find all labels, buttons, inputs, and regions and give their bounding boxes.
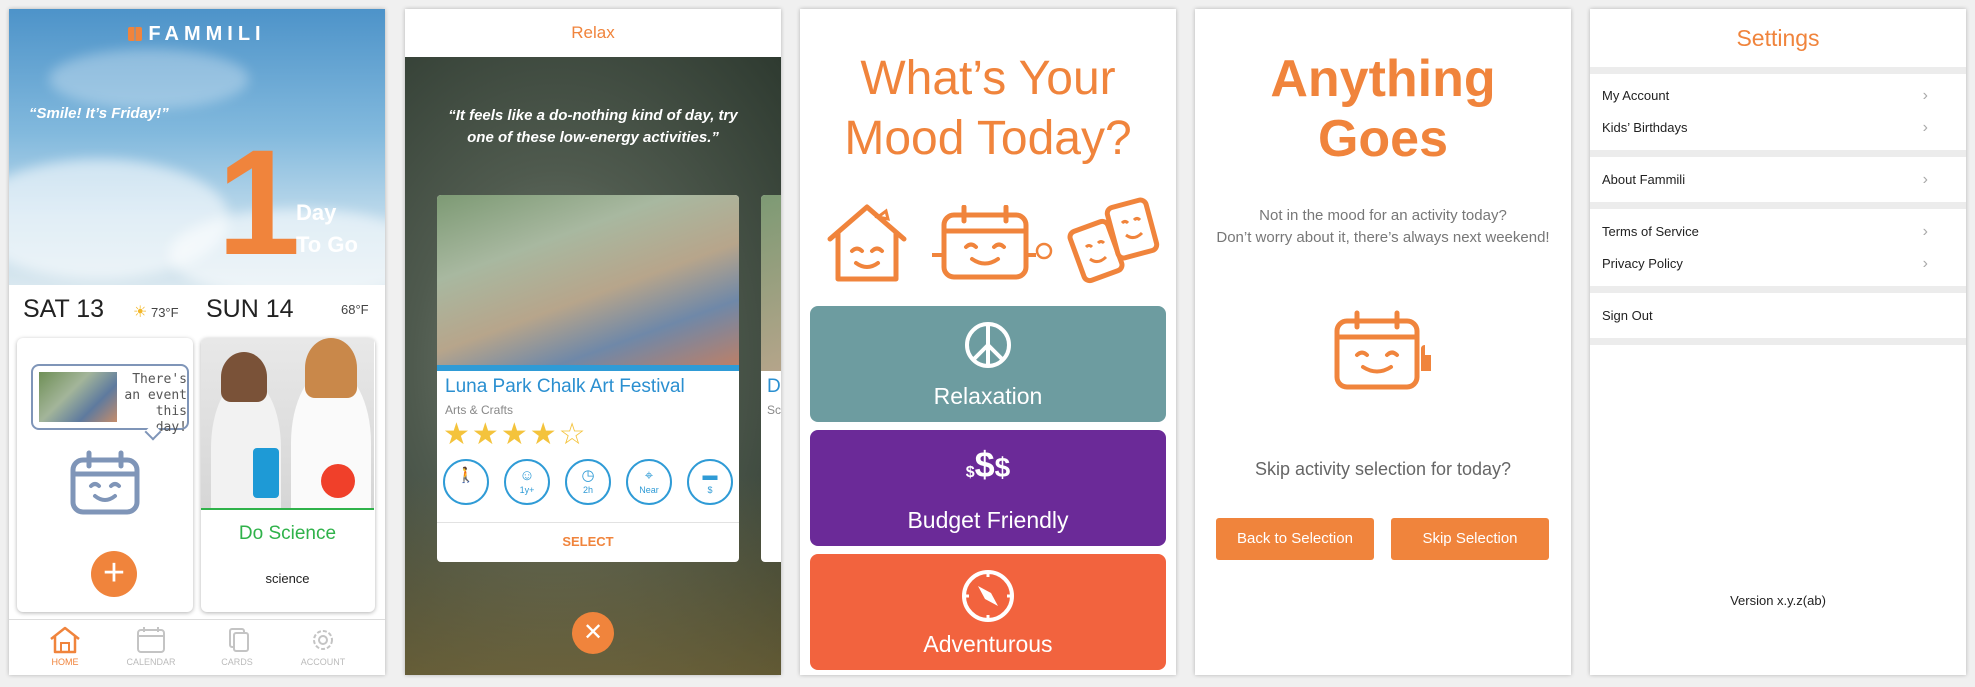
- event-category: Arts & Crafts: [445, 403, 514, 417]
- star-filled-icon: ★: [443, 418, 472, 451]
- mood-illustrations: [800, 191, 1176, 291]
- day-label-sun: SUN 14: [206, 295, 294, 323]
- settings-item-kids-birthdays[interactable]: Kids’ Birthdays ›: [1590, 112, 1966, 144]
- event-attributes: 🚶 ☺ 1y+ ◷ 2h ⌖ Near ▬ $: [443, 459, 735, 507]
- add-activity-button[interactable]: +: [91, 551, 137, 597]
- screen-header: Relax: [405, 9, 781, 57]
- skip-selection-button[interactable]: Skip Selection: [1391, 518, 1549, 560]
- star-filled-icon: ★: [529, 418, 559, 451]
- home-icon: [50, 626, 80, 654]
- calendar-face-icon: [932, 205, 1053, 280]
- hero-banner: FAMMILI “Smile! It’s Friday!” 1 Day To G…: [9, 9, 385, 285]
- settings-item-privacy[interactable]: Privacy Policy ›: [1590, 248, 1966, 280]
- star-filled-icon: ★: [500, 418, 530, 451]
- settings-item-my-account[interactable]: My Account ›: [1590, 80, 1966, 112]
- cost-icon: ▬ $: [687, 459, 733, 505]
- duration-icon: ◷ 2h: [565, 459, 611, 505]
- event-thumbnail: [39, 372, 117, 422]
- close-icon: ✕: [582, 619, 604, 646]
- countdown-number: 1: [217, 118, 301, 285]
- cards-icon: [229, 628, 249, 652]
- activity-title: Do Science: [238, 523, 337, 544]
- back-to-selection-button[interactable]: Back to Selection: [1216, 518, 1374, 560]
- relaxation-button[interactable]: Relaxation: [810, 306, 1166, 422]
- settings-item-about[interactable]: About Fammili ›: [1590, 164, 1966, 196]
- countdown-label: Day To Go: [296, 200, 358, 257]
- activity-subtitle: science: [265, 571, 310, 586]
- weekend-days: SAT 13 ☀ 73°F SUN 14 68°F: [9, 295, 385, 335]
- chevron-right-icon: ›: [1922, 255, 1928, 272]
- chevron-right-icon: ›: [1922, 171, 1928, 188]
- tab-account[interactable]: ACCOUNT: [283, 626, 363, 667]
- settings-screen: Settings My Account › Kids’ Birthdays › Ab…: [1590, 9, 1966, 675]
- calendar-face-icon: [70, 450, 140, 515]
- science-photo: [201, 338, 374, 510]
- event-card[interactable]: Luna Park Chalk Art Festival Arts & Craf…: [437, 195, 739, 562]
- mood-screen: What’s Your Mood Today? Relaxation $$$ B…: [800, 9, 1176, 675]
- event-title: Luna Park Chalk Art Festival: [445, 376, 685, 397]
- event-bubble[interactable]: There's an event this day!: [31, 364, 189, 435]
- logo-mark-icon: [128, 27, 143, 41]
- select-button[interactable]: SELECT: [437, 522, 739, 562]
- compass-icon: [962, 570, 1014, 622]
- mood-title: What’s Your Mood Today?: [844, 52, 1132, 165]
- star-empty-icon: ☆: [558, 418, 588, 451]
- weather-sat: ☀ 73°F: [133, 304, 179, 321]
- tab-home[interactable]: HOME: [25, 626, 105, 667]
- skip-question: Skip activity selection for today?: [1254, 459, 1512, 479]
- walking-icon: 🚶: [443, 459, 489, 505]
- tab-bar: HOME CALENDAR CARDS ACCOUNT: [9, 619, 385, 675]
- budget-friendly-button[interactable]: $$$ Budget Friendly: [810, 430, 1166, 546]
- event-photo: [437, 195, 739, 371]
- sunday-card[interactable]: Do Science science: [201, 338, 375, 612]
- tab-cards[interactable]: CARDS: [197, 626, 277, 667]
- chevron-right-icon: ›: [1922, 223, 1928, 240]
- star-rating: ★★★★☆: [443, 417, 588, 452]
- adventurous-button[interactable]: Adventurous: [810, 554, 1166, 670]
- calendar-icon: [137, 627, 165, 653]
- settings-item-terms[interactable]: Terms of Service ›: [1590, 216, 1966, 248]
- page-title: Settings: [1736, 25, 1820, 51]
- chevron-right-icon: ›: [1922, 119, 1928, 136]
- next-event-card[interactable]: D Sc: [761, 195, 781, 562]
- house-face-icon: [827, 204, 907, 282]
- gear-icon: [313, 630, 333, 650]
- close-button[interactable]: ✕: [572, 612, 614, 654]
- weather-sun: 68°F: [341, 302, 369, 317]
- relax-screen: Relax “It feels like a do-nothing kind o…: [405, 9, 781, 675]
- dollars-icon: $$$: [965, 444, 1011, 485]
- location-icon: ⌖ Near: [626, 459, 672, 505]
- version-label: Version x.y.z(ab): [1730, 593, 1826, 608]
- cards-face-icon: [1067, 197, 1160, 284]
- sign-out-button[interactable]: Sign Out: [1590, 300, 1966, 332]
- star-filled-icon: ★: [471, 418, 501, 451]
- sun-icon: ☀: [133, 304, 148, 321]
- age-icon: ☺ 1y+: [504, 459, 550, 505]
- app-logo: FAMMILI: [9, 23, 385, 46]
- calendar-thumbs-up-icon: [1334, 310, 1431, 390]
- relax-quote: “It feels like a do-nothing kind of day,…: [448, 107, 738, 146]
- home-screen: FAMMILI “Smile! It’s Friday!” 1 Day To G…: [9, 9, 385, 675]
- saturday-card[interactable]: There's an event this day! +: [17, 338, 193, 612]
- page-title: Anything Goes: [1270, 50, 1496, 168]
- chevron-right-icon: ›: [1922, 87, 1928, 104]
- day-label-sat: SAT 13: [23, 295, 105, 323]
- anything-goes-screen: Anything Goes Not in the mood for an act…: [1195, 9, 1571, 675]
- tab-calendar[interactable]: CALENDAR: [111, 626, 191, 667]
- info-message: Not in the mood for an activity today? D…: [1216, 207, 1550, 246]
- peace-icon: [965, 322, 1011, 368]
- daily-quote: “Smile! It’s Friday!”: [29, 105, 169, 122]
